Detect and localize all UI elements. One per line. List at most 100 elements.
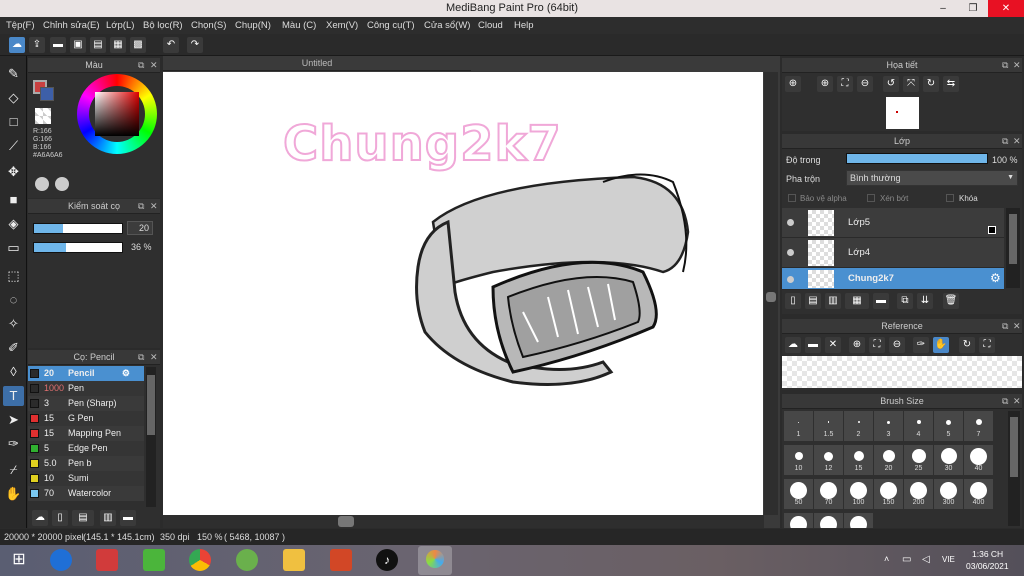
eye-icon[interactable] <box>787 219 794 226</box>
menu-help[interactable]: Help <box>514 20 534 31</box>
folder-icon[interactable]: ▬ <box>873 293 889 309</box>
trash-icon[interactable]: 🗑 <box>943 293 959 309</box>
layer-opacity-slider[interactable] <box>846 153 988 164</box>
float-icon[interactable]: ⧉ <box>1002 58 1008 73</box>
eyedropper-icon[interactable]: ⌿ <box>3 460 24 480</box>
color-set-icon[interactable] <box>55 177 69 191</box>
eye-icon[interactable] <box>787 276 794 283</box>
brush-size-preset[interactable]: 30 <box>934 445 963 475</box>
chrome-icon[interactable] <box>189 549 211 571</box>
rect-tool-icon[interactable]: □ <box>3 112 24 132</box>
drawing-canvas[interactable]: Chung2k7 <box>163 72 763 515</box>
hand-tool-icon[interactable]: ✋ <box>3 484 24 504</box>
folder-brush-icon[interactable]: ▬ <box>120 510 136 526</box>
fullscreen-icon[interactable]: ⛶ <box>979 337 995 353</box>
brush-size-preset[interactable]: 200 <box>904 479 933 509</box>
menu-layer[interactable]: Lớp(L) <box>106 20 134 31</box>
fit-icon[interactable]: ⛶ <box>869 337 885 353</box>
coccoc-icon[interactable] <box>236 549 258 571</box>
float-icon[interactable]: ⧉ <box>138 350 144 365</box>
navigator-thumbnail[interactable] <box>886 97 919 129</box>
transparent-color[interactable] <box>35 108 51 124</box>
clock-time[interactable]: 1:36 CH <box>972 549 1003 559</box>
layer-scrollbar[interactable] <box>1006 208 1020 288</box>
close-panel-icon[interactable]: ✕ <box>1013 58 1021 73</box>
close-button[interactable]: ✕ <box>988 0 1024 17</box>
grid-icon[interactable]: ▩ <box>130 37 146 53</box>
close-panel-icon[interactable]: ✕ <box>1013 134 1021 149</box>
menu-view[interactable]: Xem(V) <box>326 20 358 31</box>
gear-icon[interactable]: ⚙ <box>990 271 1001 285</box>
brush-tool-icon[interactable]: ✎ <box>3 64 24 84</box>
select-eraser-icon[interactable]: ◊ <box>3 362 24 382</box>
brush-size-preset[interactable]: 25 <box>904 445 933 475</box>
background-color[interactable] <box>40 87 54 101</box>
brush-size-scrollbar[interactable] <box>1008 411 1020 526</box>
close-panel-icon[interactable]: ✕ <box>150 58 158 73</box>
move-tool-icon[interactable]: ✥ <box>3 162 24 182</box>
line-tool-icon[interactable]: ⟋ <box>3 136 24 156</box>
flip-icon[interactable]: ⇆ <box>943 76 959 92</box>
menu-filter[interactable]: Bộ lọc(R) <box>143 20 183 31</box>
brush-list-item[interactable]: 20 Pencil ⚙ <box>28 366 144 381</box>
layer-row[interactable]: Lớp5 <box>782 208 1004 238</box>
bucket-tool-icon[interactable]: ◈ <box>3 214 24 234</box>
eraser-tool-icon[interactable]: ◇ <box>3 88 24 108</box>
dropper-icon[interactable]: ✑ <box>913 337 929 353</box>
bluestacks-icon[interactable] <box>143 549 165 571</box>
float-icon[interactable]: ⧉ <box>1002 319 1008 334</box>
new-8bit-layer-icon[interactable]: ▥ <box>825 293 841 309</box>
rotate-icon[interactable]: ↻ <box>959 337 975 353</box>
float-icon[interactable]: ⧉ <box>138 199 144 214</box>
close-panel-icon[interactable]: ✕ <box>150 199 158 214</box>
brush-size-preset[interactable]: 3 <box>874 411 903 441</box>
brush-size-preset[interactable]: 4 <box>904 411 933 441</box>
magic-wand-icon[interactable]: ✧ <box>3 314 24 334</box>
lock-checkbox[interactable] <box>946 194 954 202</box>
new-layer-icon[interactable]: ▯ <box>785 293 801 309</box>
brush-size-preset[interactable]: 300 <box>934 479 963 509</box>
zoom-in-icon[interactable]: ⊕ <box>849 337 865 353</box>
cloud-brush-icon[interactable]: ☁ <box>32 510 48 526</box>
brush-size-slider[interactable] <box>33 223 123 234</box>
close-panel-icon[interactable]: ✕ <box>1013 394 1021 409</box>
close-panel-icon[interactable]: ✕ <box>1013 319 1021 334</box>
gradient-tool-icon[interactable]: ▭ <box>3 238 24 258</box>
brush-list-item[interactable]: 5 Edge Pen <box>28 441 144 456</box>
menu-select[interactable]: Chọn(S) <box>191 20 226 31</box>
fill-rect-icon[interactable]: ■ <box>3 190 24 210</box>
dropper-tool-icon[interactable]: ✑ <box>3 434 24 454</box>
new-halftone-layer-icon[interactable]: ▤ <box>805 293 821 309</box>
operation-tool-icon[interactable]: ➤ <box>3 410 24 430</box>
cloud-icon[interactable]: ☁ <box>785 337 801 353</box>
tiktok-icon[interactable]: ♪ <box>376 549 398 571</box>
zoom-out-icon[interactable]: ⊖ <box>857 76 873 92</box>
medibang-taskbar-item[interactable] <box>418 546 452 575</box>
close-panel-icon[interactable]: ✕ <box>150 350 158 365</box>
saturation-square[interactable] <box>95 92 139 136</box>
menu-file[interactable]: Tệp(F) <box>6 20 35 31</box>
brush-size-preset[interactable] <box>814 513 843 528</box>
maximize-button[interactable]: ❐ <box>958 0 988 17</box>
brush-opacity-slider[interactable] <box>33 242 123 253</box>
eye-icon[interactable] <box>787 249 794 256</box>
brush-size-preset[interactable]: 15 <box>844 445 873 475</box>
save-icon[interactable]: ▣ <box>70 37 86 53</box>
redo-icon[interactable]: ↷ <box>187 37 203 53</box>
add-layer-icon[interactable]: ▦ <box>845 293 869 309</box>
close-icon[interactable]: ✕ <box>825 337 841 353</box>
menu-capture[interactable]: Chụp(N) <box>235 20 271 31</box>
float-icon[interactable]: ⧉ <box>1002 394 1008 409</box>
brush-list-item[interactable]: 15 Mapping Pen <box>28 426 144 441</box>
file-explorer-icon[interactable] <box>283 549 305 571</box>
clock-date[interactable]: 03/06/2021 <box>966 561 1009 571</box>
document-tab[interactable]: Untitled <box>163 56 471 71</box>
brush-size-preset[interactable]: 70 <box>814 479 843 509</box>
brush-size-preset[interactable]: 12 <box>814 445 843 475</box>
windows-start-icon[interactable]: ⊞ <box>8 549 30 571</box>
zoom-out-icon[interactable]: ⊖ <box>889 337 905 353</box>
zoom-in-icon[interactable]: ⊕ <box>817 76 833 92</box>
brush-list-item[interactable]: 70 Watercolor <box>28 486 144 501</box>
brush-list-item[interactable]: 3 Pen (Sharp) <box>28 396 144 411</box>
rotate-right-icon[interactable]: ↻ <box>923 76 939 92</box>
